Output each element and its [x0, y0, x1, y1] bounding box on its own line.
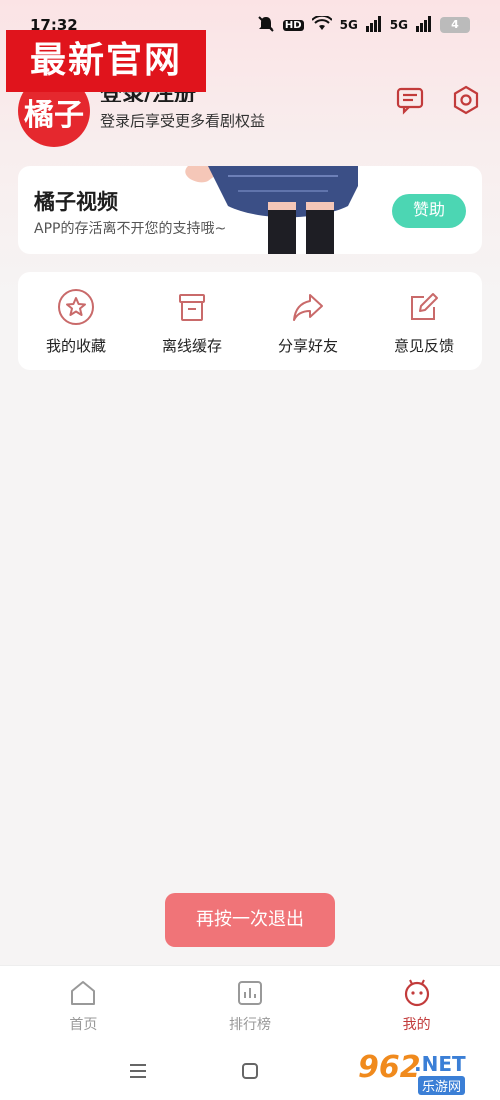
quick-actions: 我的收藏 离线缓存 分享好友 意见反馈 [18, 272, 482, 370]
signal-bars-icon-2 [416, 15, 432, 35]
nav-label: 排行榜 [229, 1016, 271, 1033]
cache-icon [179, 293, 205, 321]
favorites-button[interactable]: 我的收藏 [18, 272, 134, 370]
sponsor-button[interactable]: 赞助 [392, 194, 466, 228]
status-icons: HD 5G 5G 4 [257, 14, 470, 36]
offline-cache-button[interactable]: 离线缓存 [134, 272, 250, 370]
share-icon [293, 293, 323, 321]
settings-icon[interactable] [450, 84, 482, 116]
exit-toast: 再按一次退出 [165, 893, 335, 947]
star-icon [58, 288, 94, 325]
mine-icon [404, 979, 429, 1006]
action-label: 意见反馈 [393, 336, 454, 355]
logo-site-name: 乐游网 [418, 1076, 466, 1095]
home-icon [71, 980, 96, 1005]
signal-5g-icon: 5G [339, 18, 358, 32]
action-label: 分享好友 [277, 336, 338, 355]
nav-home[interactable]: 首页 [0, 966, 167, 1045]
sponsor-title: 橘子视频 [34, 190, 118, 214]
wifi-icon [310, 14, 333, 35]
login-subtitle: 登录后享受更多看剧权益 [100, 112, 266, 130]
nav-label: 首页 [69, 1016, 98, 1033]
feedback-icon [411, 292, 438, 320]
anime-character-image [168, 166, 368, 254]
logo-suffix: .NET [414, 1052, 466, 1076]
watermark-banner: 最新官网 [6, 30, 206, 92]
sponsor-description: APP的存活离不开您的支持哦~ [34, 221, 227, 237]
site-logo: 962 .NET 乐游网 [352, 1050, 492, 1096]
share-friends-button[interactable]: 分享好友 [250, 272, 366, 370]
action-label: 我的收藏 [45, 336, 106, 355]
feedback-button[interactable]: 意见反馈 [366, 272, 482, 370]
ranking-icon [238, 980, 262, 1005]
mute-bell-icon [257, 15, 275, 36]
hd-icon: HD [282, 19, 304, 31]
home-square-icon[interactable] [239, 1060, 261, 1086]
nav-label: 我的 [402, 1016, 431, 1033]
logo-number: 962 [358, 1050, 421, 1085]
nav-ranking[interactable]: 排行榜 [167, 966, 334, 1045]
message-icon[interactable] [394, 84, 426, 116]
action-label: 离线缓存 [161, 336, 222, 355]
signal-bars-icon [365, 15, 382, 35]
battery-icon: 4 [440, 17, 470, 33]
nav-mine[interactable]: 我的 [333, 966, 500, 1045]
bottom-nav: 首页 排行榜 我的 [0, 965, 500, 1045]
signal-5g-icon-2: 5G [389, 18, 408, 32]
menu-icon[interactable] [127, 1060, 149, 1086]
sponsor-card: 橘子视频 APP的存活离不开您的支持哦~ 赞助 [18, 166, 482, 254]
